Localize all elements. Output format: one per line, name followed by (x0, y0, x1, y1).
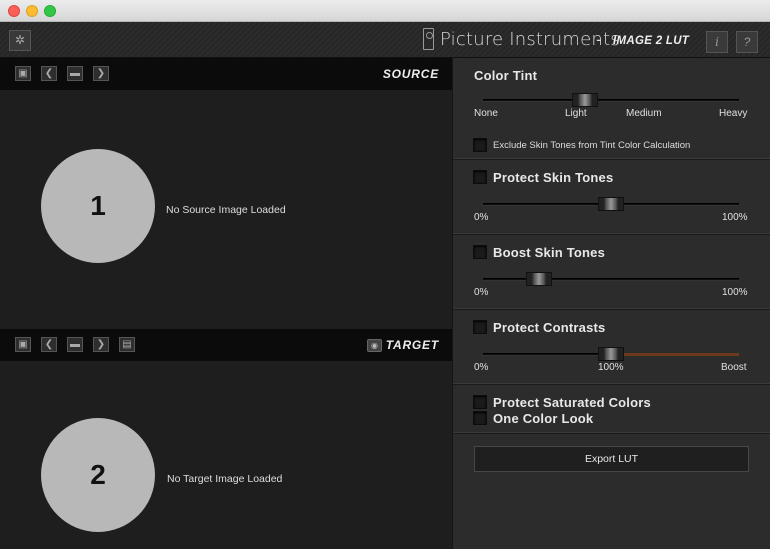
info-button[interactable]: i (706, 31, 728, 53)
source-label: SOURCE (382, 67, 439, 81)
tint-tick-medium: Medium (626, 108, 662, 119)
target-toolbar: ▣ ❮ ▬ ❯ ▤ ◉ TARGET (0, 329, 452, 361)
protect-contrasts-section: Protect Contrasts 0% 100% Boost (453, 310, 770, 385)
brand-separator: - (596, 30, 602, 49)
target-badge: 2 (41, 418, 155, 532)
image-panel: ▣ ❮ ▬ ❯ SOURCE 1 No Source Image Loaded … (0, 58, 452, 549)
help-button[interactable]: ? (736, 31, 758, 53)
one-color-look-checkbox[interactable] (473, 411, 487, 425)
boost-skin-thumb[interactable] (526, 272, 553, 286)
source-badge: 1 (41, 149, 155, 263)
protect-saturated-title: Protect Saturated Colors (493, 395, 651, 410)
contrasts-mid: 100% (598, 362, 624, 373)
protect-skin-section: Protect Skin Tones 0% 100% (453, 160, 770, 235)
protect-skin-min: 0% (474, 212, 489, 223)
boost-skin-title: Boost Skin Tones (493, 245, 606, 260)
folder-target-icon[interactable]: ▬ (67, 337, 83, 352)
color-tint-section: Color Tint None Light Medium Heavy Exclu… (453, 58, 770, 160)
protect-skin-checkbox[interactable] (473, 170, 487, 184)
contrasts-min: 0% (474, 362, 489, 373)
gear-icon[interactable]: ✲ (9, 30, 31, 51)
protect-contrasts-thumb[interactable] (598, 347, 624, 361)
protect-skin-max: 100% (722, 212, 748, 223)
boost-skin-min: 0% (474, 287, 489, 298)
save-target-icon[interactable]: ▤ (119, 337, 135, 352)
color-tint-slider[interactable] (483, 93, 739, 107)
color-options-section: Protect Saturated Colors One Color Look (453, 385, 770, 434)
export-lut-button[interactable]: Export LUT (474, 446, 749, 472)
source-empty-message: No Source Image Loaded (166, 204, 286, 216)
export-section: Export LUT (453, 434, 770, 549)
product-name: IMAGE 2 LUT (613, 35, 690, 47)
source-toolbar: ▣ ❮ ▬ ❯ SOURCE (0, 58, 452, 90)
protect-contrasts-title: Protect Contrasts (493, 320, 606, 335)
target-empty-message: No Target Image Loaded (167, 473, 283, 485)
tint-tick-heavy: Heavy (719, 108, 748, 119)
window-titlebar (0, 0, 770, 22)
next-source-icon[interactable]: ❯ (93, 66, 109, 81)
contrasts-max: Boost (721, 362, 747, 373)
prev-source-icon[interactable]: ❮ (41, 66, 57, 81)
boost-skin-max: 100% (722, 287, 748, 298)
next-target-icon[interactable]: ❯ (93, 337, 109, 352)
protect-skin-slider[interactable] (483, 197, 739, 211)
protect-skin-thumb[interactable] (598, 197, 624, 211)
load-target-icon[interactable]: ▣ (15, 337, 31, 352)
folder-source-icon[interactable]: ▬ (67, 66, 83, 81)
exclude-skin-label: Exclude Skin Tones from Tint Color Calcu… (493, 140, 691, 151)
target-label: TARGET (385, 338, 439, 352)
minimize-window-button[interactable] (26, 5, 38, 17)
target-drop-area[interactable]: 2 No Target Image Loaded (0, 361, 452, 549)
eye-icon[interactable]: ◉ (367, 339, 382, 352)
settings-panel: Color Tint None Light Medium Heavy Exclu… (452, 58, 770, 549)
load-source-icon[interactable]: ▣ (15, 66, 31, 81)
close-window-button[interactable] (8, 5, 20, 17)
source-drop-area[interactable]: 1 No Source Image Loaded (0, 90, 452, 329)
brand-logo (423, 28, 434, 50)
protect-skin-title: Protect Skin Tones (493, 170, 614, 185)
protect-saturated-checkbox[interactable] (473, 395, 487, 409)
contrast-boost-fill (611, 353, 739, 356)
brand-name: Picture Instruments (440, 29, 620, 50)
protect-contrasts-slider[interactable] (483, 347, 739, 361)
app-header: ✲ Picture Instruments - IMAGE 2 LUT i ? (0, 22, 770, 58)
prev-target-icon[interactable]: ❮ (41, 337, 57, 352)
boost-skin-section: Boost Skin Tones 0% 100% (453, 235, 770, 310)
tint-tick-light: Light (565, 108, 587, 119)
boost-skin-slider[interactable] (483, 272, 739, 286)
boost-skin-checkbox[interactable] (473, 245, 487, 259)
color-tint-title: Color Tint (474, 68, 538, 83)
maximize-window-button[interactable] (44, 5, 56, 17)
one-color-look-title: One Color Look (493, 411, 594, 426)
tint-tick-none: None (474, 108, 498, 119)
color-tint-thumb[interactable] (572, 93, 599, 107)
protect-contrasts-checkbox[interactable] (473, 320, 487, 334)
exclude-skin-checkbox[interactable] (473, 138, 487, 152)
